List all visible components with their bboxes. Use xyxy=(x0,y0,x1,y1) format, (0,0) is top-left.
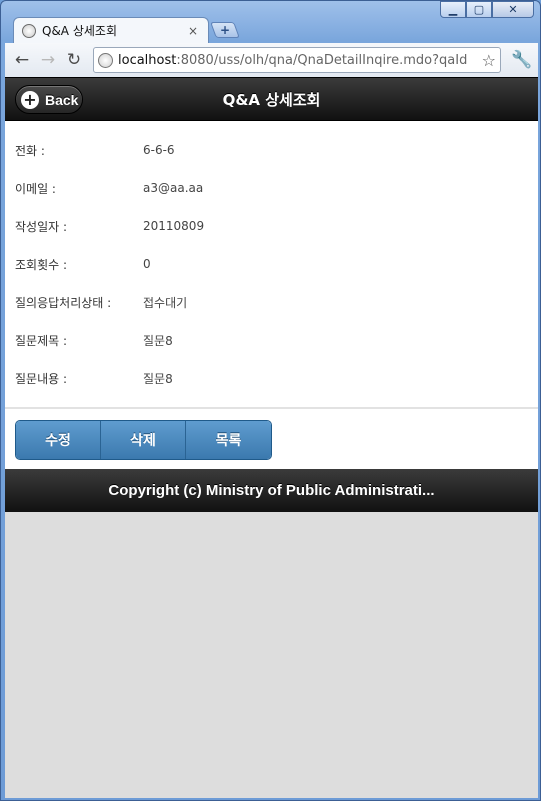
detail-value: 질문8 xyxy=(143,333,173,348)
url-text[interactable]: localhost:8080/uss/olh/qna/QnaDetailInqi… xyxy=(118,53,480,68)
new-tab-button[interactable]: + xyxy=(210,22,240,38)
detail-label: 질의응답처리상태 : xyxy=(15,295,112,310)
reload-icon[interactable]: ↻ xyxy=(61,47,87,73)
detail-value: 질문8 xyxy=(143,371,173,386)
detail-value: 20110809 xyxy=(143,219,205,233)
detail-value: 6-6-6 xyxy=(143,143,175,157)
address-bar[interactable]: localhost:8080/uss/olh/qna/QnaDetailInqi… xyxy=(93,47,501,73)
detail-row-phone: 전화 : 6-6-6 xyxy=(5,131,538,169)
globe-icon xyxy=(22,23,36,38)
maximize-button[interactable]: ▢ xyxy=(466,1,492,18)
detail-value: 0 xyxy=(143,257,151,271)
detail-row-subject: 질문제목 : 질문8 xyxy=(5,321,538,359)
detail-value: 접수대기 xyxy=(143,295,188,310)
detail-row-date: 작성일자 : 20110809 xyxy=(5,207,538,245)
tab-title: Q&A 상세조회 xyxy=(42,24,117,38)
back-button-label: Back xyxy=(45,91,79,108)
action-button-group: 수정 삭제 목록 xyxy=(15,420,272,460)
close-window-button[interactable]: ✕ xyxy=(492,1,534,18)
action-bar: 수정 삭제 목록 xyxy=(5,409,538,469)
detail-row-email: 이메일 : a3@aa.aa xyxy=(5,169,538,207)
detail-label: 전화 : xyxy=(15,143,45,158)
page-viewport: + Back Q&A 상세조회 전화 : 6-6-6 이메일 : a3@aa.a… xyxy=(5,77,538,798)
detail-label: 이메일 : xyxy=(15,181,56,196)
detail-label: 질문제목 : xyxy=(15,333,68,348)
plus-icon: + xyxy=(219,23,231,37)
browser-window: ▁ ▢ ✕ Q&A 상세조회 × + ← → ↻ localhost:8080/… xyxy=(0,0,541,801)
plus-circle-icon: + xyxy=(21,90,39,109)
detail-row-status: 질의응답처리상태 : 접수대기 xyxy=(5,283,538,321)
bookmark-star-icon[interactable]: ☆ xyxy=(482,51,496,70)
detail-label: 질문내용 : xyxy=(15,371,68,386)
page-title: Q&A 상세조회 xyxy=(222,90,321,109)
list-button[interactable]: 목록 xyxy=(186,421,271,459)
minimize-button[interactable]: ▁ xyxy=(440,1,466,18)
page-header: + Back Q&A 상세조회 xyxy=(5,77,538,121)
window-controls: ▁ ▢ ✕ xyxy=(440,1,534,18)
browser-toolbar: ← → ↻ localhost:8080/uss/olh/qna/QnaDeta… xyxy=(5,43,538,77)
wrench-icon[interactable]: 🔧 xyxy=(511,50,532,70)
back-button[interactable]: + Back xyxy=(15,85,83,114)
tab-close-icon[interactable]: × xyxy=(186,24,200,38)
delete-button[interactable]: 삭제 xyxy=(101,421,186,459)
browser-tab[interactable]: Q&A 상세조회 × xyxy=(13,17,209,43)
forward-arrow-icon[interactable]: → xyxy=(35,47,61,73)
detail-label: 조회횟수 : xyxy=(15,257,68,272)
page-footer: Copyright (c) Ministry of Public Adminis… xyxy=(5,469,538,512)
detail-row-content: 질문내용 : 질문8 xyxy=(5,359,538,397)
detail-label: 작성일자 : xyxy=(15,219,68,234)
detail-row-views: 조회횟수 : 0 xyxy=(5,245,538,283)
detail-list: 전화 : 6-6-6 이메일 : a3@aa.aa 작성일자 : 2011080… xyxy=(5,121,538,409)
edit-button[interactable]: 수정 xyxy=(16,421,101,459)
back-arrow-icon[interactable]: ← xyxy=(9,47,35,73)
url-path: :8080/uss/olh/qna/QnaDetailInqire.mdo?qa… xyxy=(176,52,468,68)
globe-icon xyxy=(98,52,113,68)
detail-value: a3@aa.aa xyxy=(143,181,204,195)
url-host: localhost xyxy=(118,52,177,68)
